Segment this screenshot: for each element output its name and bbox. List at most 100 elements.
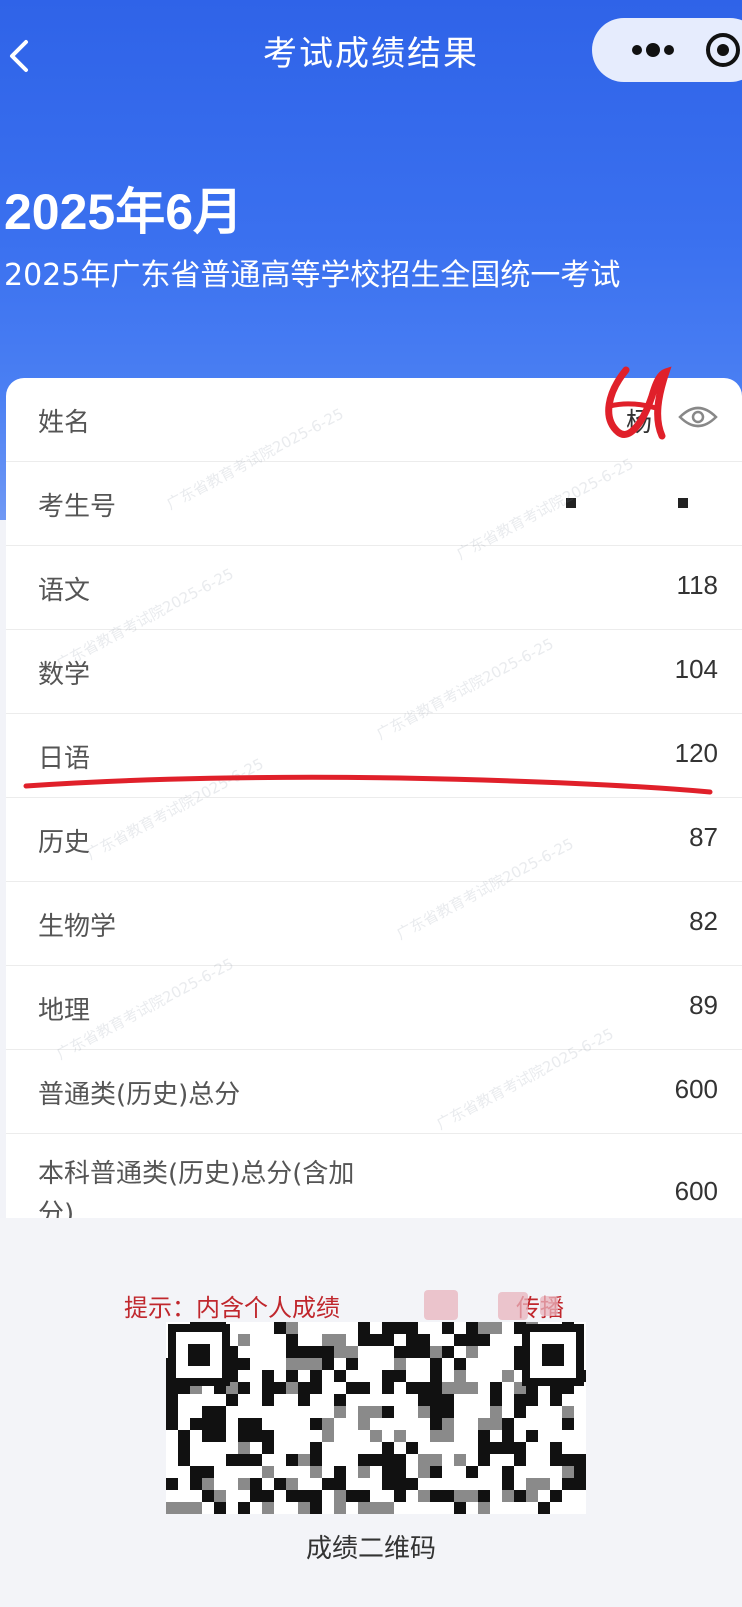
- qr-module: [310, 1418, 322, 1430]
- qr-module: [490, 1322, 502, 1334]
- qr-module: [490, 1406, 502, 1418]
- qr-module: [286, 1358, 298, 1370]
- qr-module: [262, 1466, 274, 1478]
- qr-module: [394, 1346, 406, 1358]
- qr-module: [418, 1394, 430, 1406]
- qr-module: [202, 1466, 214, 1478]
- qr-module: [238, 1382, 250, 1394]
- qr-module: [370, 1502, 382, 1514]
- qr-module: [262, 1430, 274, 1442]
- qr-module: [190, 1502, 202, 1514]
- qr-module: [454, 1454, 466, 1466]
- more-button[interactable]: [628, 34, 678, 66]
- qr-module: [370, 1454, 382, 1466]
- qr-module: [550, 1442, 562, 1454]
- score-value: 600: [674, 1176, 718, 1206]
- navbar: 考试成绩结果: [0, 0, 742, 96]
- row-biology: 生物学 82: [6, 882, 742, 966]
- qr-module: [310, 1490, 322, 1502]
- qr-module: [574, 1466, 586, 1478]
- qr-module: [298, 1358, 310, 1370]
- row-math: 数学 104: [6, 630, 742, 714]
- exam-date: 2025年6月: [4, 184, 244, 240]
- qr-module: [274, 1382, 286, 1394]
- row-name: 姓名 杨: [6, 378, 742, 462]
- qr-module: [454, 1502, 466, 1514]
- qr-module: [322, 1418, 334, 1430]
- qr-module: [574, 1454, 586, 1466]
- qr-module: [406, 1478, 418, 1490]
- qr-module: [430, 1370, 442, 1382]
- qr-module: [310, 1382, 322, 1394]
- qr-module: [286, 1334, 298, 1346]
- qr-module: [286, 1382, 298, 1394]
- qr-module: [562, 1454, 574, 1466]
- redacted-mark: [424, 1290, 458, 1320]
- qr-module: [478, 1442, 490, 1454]
- qr-finder-center: [188, 1344, 210, 1366]
- target-icon: [706, 33, 740, 67]
- row-geography: 地理 89: [6, 966, 742, 1050]
- qr-module: [310, 1346, 322, 1358]
- qr-module: [562, 1478, 574, 1490]
- qr-module: [250, 1478, 262, 1490]
- qr-module: [262, 1502, 274, 1514]
- qr-module: [430, 1418, 442, 1430]
- qr-module: [490, 1442, 502, 1454]
- row-label: 生物学: [38, 912, 117, 942]
- qr-module: [514, 1490, 526, 1502]
- qr-module: [430, 1406, 442, 1418]
- qr-module: [286, 1454, 298, 1466]
- qr-module: [514, 1394, 526, 1406]
- close-button[interactable]: [704, 31, 742, 69]
- qr-module: [238, 1334, 250, 1346]
- qr-module: [250, 1430, 262, 1442]
- qr-module: [382, 1370, 394, 1382]
- qr-module: [382, 1322, 394, 1334]
- qr-module: [166, 1406, 178, 1418]
- qr-module: [310, 1442, 322, 1454]
- qr-module: [310, 1502, 322, 1514]
- qr-module: [166, 1418, 178, 1430]
- qr-module: [202, 1490, 214, 1502]
- qr-module: [334, 1406, 346, 1418]
- row-japanese: 日语 120: [6, 714, 742, 798]
- qr-module: [262, 1370, 274, 1382]
- qr-module: [418, 1406, 430, 1418]
- qr-module: [322, 1334, 334, 1346]
- qr-module: [202, 1406, 214, 1418]
- row-chinese: 语文 118: [6, 546, 742, 630]
- qr-module: [322, 1478, 334, 1490]
- qr-module: [502, 1418, 514, 1430]
- qr-module: [490, 1418, 502, 1430]
- qr-module: [478, 1490, 490, 1502]
- qr-module: [406, 1322, 418, 1334]
- qr-module: [394, 1478, 406, 1490]
- qr-module: [442, 1430, 454, 1442]
- qr-module: [226, 1454, 238, 1466]
- qr-module: [502, 1442, 514, 1454]
- score-qr-code[interactable]: [166, 1322, 586, 1514]
- qr-module: [394, 1430, 406, 1442]
- qr-module: [238, 1418, 250, 1430]
- qr-module: [382, 1454, 394, 1466]
- qr-module: [418, 1490, 430, 1502]
- qr-module: [334, 1334, 346, 1346]
- qr-module: [430, 1454, 442, 1466]
- qr-module: [430, 1382, 442, 1394]
- qr-module: [430, 1430, 442, 1442]
- qr-module: [262, 1490, 274, 1502]
- qr-module: [394, 1466, 406, 1478]
- qr-module: [454, 1334, 466, 1346]
- qr-module: [346, 1490, 358, 1502]
- row-history: 历史 87: [6, 798, 742, 882]
- qr-module: [454, 1370, 466, 1382]
- qr-module: [550, 1394, 562, 1406]
- qr-module: [346, 1358, 358, 1370]
- tip-text: 提示：内含个人成绩: [124, 1294, 340, 1322]
- qr-module: [418, 1346, 430, 1358]
- qr-module: [358, 1418, 370, 1430]
- qr-module: [526, 1478, 538, 1490]
- toggle-visibility-button[interactable]: [678, 404, 718, 430]
- qr-module: [478, 1502, 490, 1514]
